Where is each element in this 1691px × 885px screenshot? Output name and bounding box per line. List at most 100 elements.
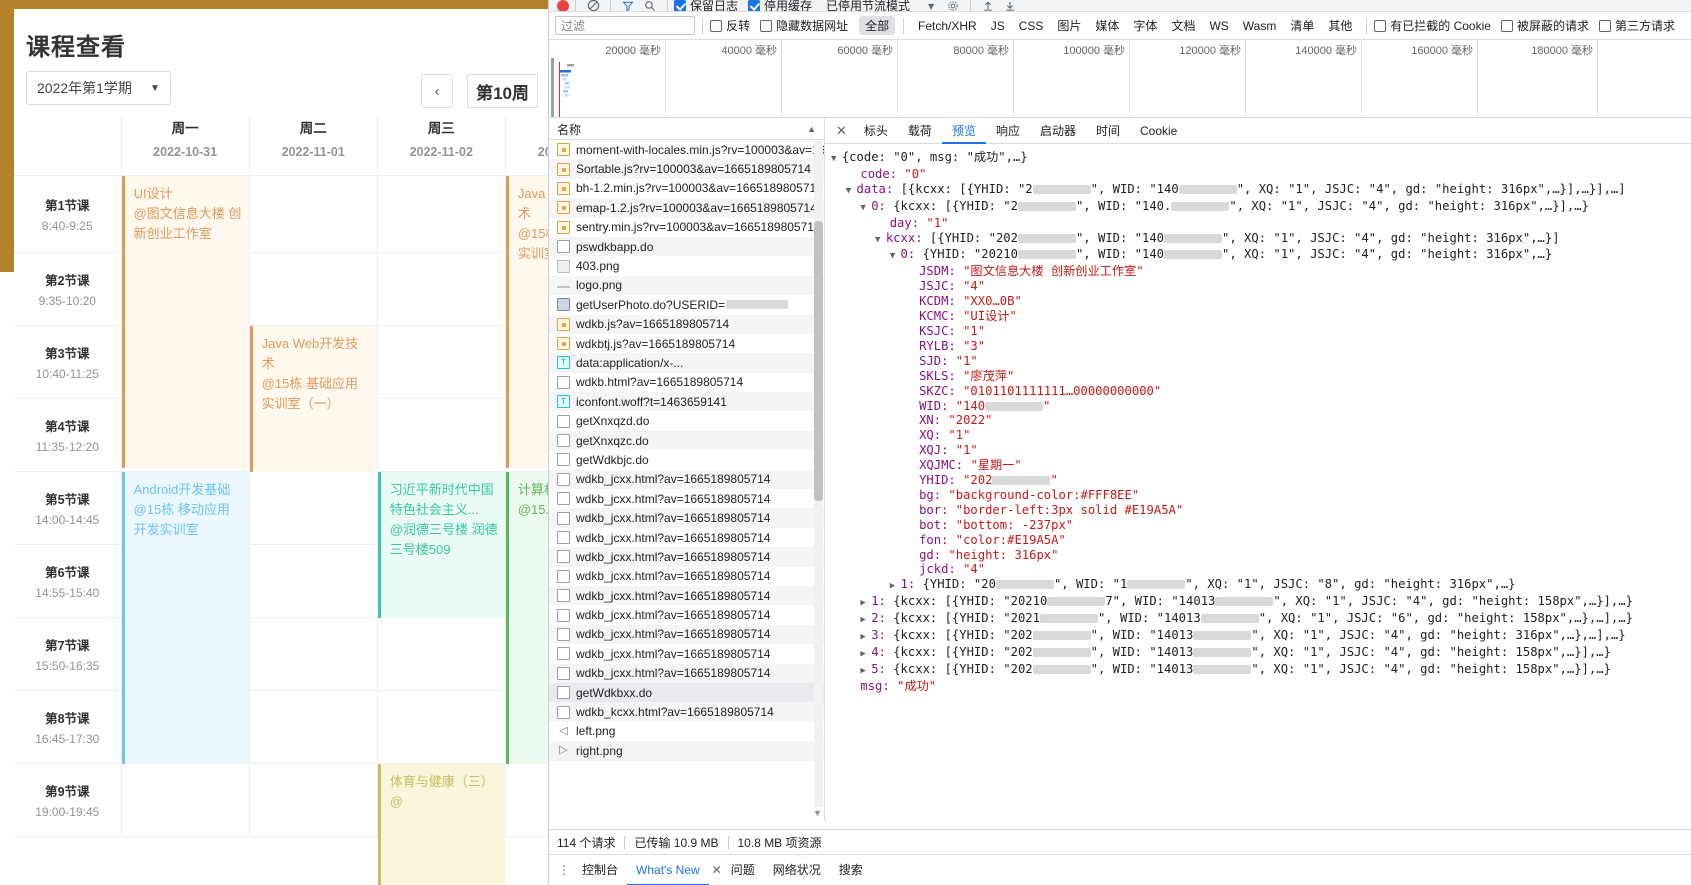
event-javaweb-thu[interactable]: Java Web开发技术 @15栋 基础应用实训室（一） xyxy=(505,175,548,468)
request-row[interactable]: wdkb_jcxx.html?av=1665189805714 xyxy=(549,663,824,683)
json-line[interactable]: jckd: "4" xyxy=(831,562,1691,577)
record-button[interactable] xyxy=(557,0,569,11)
json-line[interactable]: JSDM: "图文信息大楼 创新创业工作室" xyxy=(831,264,1691,279)
collapse-triangle-icon[interactable]: ▶ xyxy=(860,666,871,676)
request-list-scrollbar[interactable] xyxy=(814,141,823,807)
chevron-down-icon[interactable]: ▾ xyxy=(920,0,942,11)
slot-wed-7[interactable] xyxy=(377,617,506,691)
request-row[interactable]: getUserPhoto.do?USERID= xyxy=(549,295,824,314)
event-pe[interactable]: 体育与健康（三） @ xyxy=(377,763,505,885)
drawer-tab-close-icon[interactable]: ✕ xyxy=(712,863,722,877)
request-row[interactable]: wdkb.html?av=1665189805714 xyxy=(549,373,824,392)
export-har-icon[interactable] xyxy=(999,0,1021,11)
collapse-triangle-icon[interactable]: ▶ xyxy=(890,581,901,591)
blocked-requests-toggle[interactable]: 被屏蔽的请求 xyxy=(1500,17,1589,34)
slot-mon-5[interactable]: Android开发基础 @15栋 移动应用开发实训室 xyxy=(121,471,250,764)
scrollbar-thumb[interactable] xyxy=(814,220,823,501)
event-xijinping[interactable]: 习近平新时代中国特色社会主义... @润德三号楼 润德三号楼509 xyxy=(377,471,505,618)
request-row[interactable]: getXnxqzc.do xyxy=(549,430,824,451)
gear-icon[interactable] xyxy=(942,0,964,11)
json-line[interactable]: msg: "成功" xyxy=(831,679,1691,694)
json-line[interactable]: KCMC: "UI设计" xyxy=(831,309,1691,324)
request-row[interactable]: moment-with-locales.min.js?rv=100003&av=… xyxy=(549,140,824,159)
json-line[interactable]: YHID: "202 " xyxy=(831,473,1691,488)
request-row[interactable]: ◁ left.png xyxy=(549,722,824,741)
request-row[interactable]: bh-1.2.min.js?rv=100003&av=1665189805714 xyxy=(549,179,824,198)
json-line[interactable]: ▶ 5: {kcxx: [{YHID: "202 ", WID: "14013 ",… xyxy=(831,662,1691,679)
collapse-triangle-icon[interactable]: ▶ xyxy=(860,632,871,642)
slot-mon-1[interactable]: UI设计 @图文信息大楼 创新创业工作室 xyxy=(121,175,250,468)
event-android[interactable]: Android开发基础 @15栋 移动应用开发实训室 xyxy=(121,471,249,764)
filter-type-img[interactable]: 图片 xyxy=(1051,16,1087,35)
expand-triangle-icon[interactable]: ▼ xyxy=(875,235,886,245)
slot-wed-9[interactable]: 体育与健康（三） @ xyxy=(377,763,506,885)
json-line[interactable]: gd: "height: 316px" xyxy=(831,548,1691,563)
request-rows[interactable]: moment-with-locales.min.js?rv=100003&av=… xyxy=(549,140,824,821)
expand-triangle-icon[interactable]: ▼ xyxy=(890,251,901,261)
request-row[interactable]: wdkb_jcxx.html?av=1665189805714 xyxy=(549,489,824,508)
slot-wed-5[interactable]: 习近平新时代中国特色社会主义... @润德三号楼 润德三号楼509 xyxy=(377,471,506,618)
slot-wed-4[interactable] xyxy=(377,398,506,472)
clear-icon[interactable] xyxy=(582,0,604,11)
request-list-header[interactable]: 名称 ▲ xyxy=(549,119,824,140)
request-row[interactable]: logo.png xyxy=(549,275,824,296)
blocked-cookies-toggle[interactable]: 有已拦截的 Cookie xyxy=(1374,17,1491,34)
request-row[interactable]: getXnxqzd.do xyxy=(549,411,824,430)
slot-tue-3[interactable]: Java Web开发技术 @15栋 基础应用实训室（一） xyxy=(249,325,378,472)
network-overview-timeline[interactable]: 20000 毫秒 40000 毫秒 60000 毫秒 80000 毫秒 1000… xyxy=(549,40,1691,118)
expand-triangle-icon[interactable]: ▼ xyxy=(860,203,871,213)
request-row[interactable]: emap-1.2.js?rv=100003&av=1665189805714 xyxy=(549,198,824,218)
request-row[interactable]: getWdkbxx.do xyxy=(549,682,824,703)
slot-tue-1[interactable] xyxy=(249,175,378,253)
json-line[interactable]: ▶ 3: {kcxx: [{YHID: "202 ", WID: "14013 ",… xyxy=(831,628,1691,645)
request-row[interactable]: wdkb_jcxx.html?av=1665189805714 xyxy=(549,567,824,586)
slot-wed-8[interactable] xyxy=(377,690,506,764)
hide-data-urls-toggle[interactable]: 隐藏数据网址 xyxy=(760,17,848,34)
json-line[interactable]: SKZC: "0101101111111…00000000000" xyxy=(831,384,1691,399)
filter-funnel-icon[interactable] xyxy=(617,0,639,11)
term-select[interactable]: 2022年第1学期 ▼ xyxy=(26,71,171,105)
slot-wed-3[interactable] xyxy=(377,325,506,399)
slot-wed-2[interactable] xyxy=(377,252,506,326)
json-line[interactable]: XQJ: "1" xyxy=(831,443,1691,458)
search-icon[interactable] xyxy=(639,0,661,11)
request-row[interactable]: 403.png xyxy=(549,256,824,275)
drawer-tab-issues[interactable]: 问题 xyxy=(722,855,764,885)
tab-cookie[interactable]: Cookie xyxy=(1130,119,1187,144)
json-line[interactable]: KSJC: "1" xyxy=(831,324,1691,339)
filter-type-fetch-xhr[interactable]: Fetch/XHR xyxy=(912,18,983,34)
tab-payload[interactable]: 载荷 xyxy=(898,119,942,144)
request-row[interactable]: wdkb_jcxx.html?av=1665189805714 xyxy=(549,624,824,645)
slot-tue-7[interactable] xyxy=(249,617,378,691)
request-row[interactable]: wdkb_jcxx.html?av=1665189805714 xyxy=(549,605,824,624)
filter-type-all[interactable]: 全部 xyxy=(859,16,896,35)
event-javaweb-tue[interactable]: Java Web开发技术 @15栋 基础应用实训室（一） xyxy=(249,325,377,472)
request-row[interactable]: sentry.min.js?rv=100003&av=1665189805714 xyxy=(549,218,824,237)
prev-week-button[interactable]: ‹ xyxy=(421,74,454,108)
request-row[interactable]: Tdata:application/x-... xyxy=(549,353,824,373)
filter-type-wasm[interactable]: Wasm xyxy=(1237,18,1283,34)
json-line[interactable]: JSJC: "4" xyxy=(831,279,1691,294)
tab-response[interactable]: 响应 xyxy=(986,119,1030,144)
scroll-down-icon[interactable]: ▼ xyxy=(812,808,823,821)
invert-toggle[interactable]: 反转 xyxy=(710,17,750,34)
json-line[interactable]: ▼ 0: {kcxx: [{YHID: "2 ", WID: "140. ", XQ… xyxy=(831,199,1691,216)
slot-tue-6[interactable] xyxy=(249,544,378,618)
json-line[interactable]: bot: "bottom: -237px" xyxy=(831,518,1691,533)
request-row[interactable]: ▷ right.png xyxy=(549,741,824,761)
json-line[interactable]: bor: "border-left:3px solid #E19A5A" xyxy=(831,503,1691,518)
slot-tue-8[interactable] xyxy=(249,690,378,764)
json-line[interactable]: KCDM: "XX0…0B" xyxy=(831,294,1691,309)
collapse-triangle-icon[interactable]: ▶ xyxy=(860,649,871,659)
request-row[interactable]: getWdkbjc.do xyxy=(549,450,824,469)
slot-tue-2[interactable] xyxy=(249,252,378,326)
tab-timing[interactable]: 时间 xyxy=(1086,119,1130,144)
slot-thu-5[interactable]: 计算机... @15... 开发... xyxy=(505,471,548,764)
disable-cache-toggle[interactable]: 停用缓存 xyxy=(748,0,812,11)
request-row[interactable]: Ticonfont.woff?t=1463659141 xyxy=(549,392,824,412)
json-preview[interactable]: ▼ {code: "0", msg: "成功",…} code: "0" ▼ d… xyxy=(825,144,1691,821)
filter-type-manifest[interactable]: 清单 xyxy=(1284,16,1320,35)
drawer-tab-network-conditions[interactable]: 网络状况 xyxy=(764,855,830,885)
filter-type-other[interactable]: 其他 xyxy=(1322,16,1358,35)
close-icon[interactable]: ✕ xyxy=(829,123,854,139)
